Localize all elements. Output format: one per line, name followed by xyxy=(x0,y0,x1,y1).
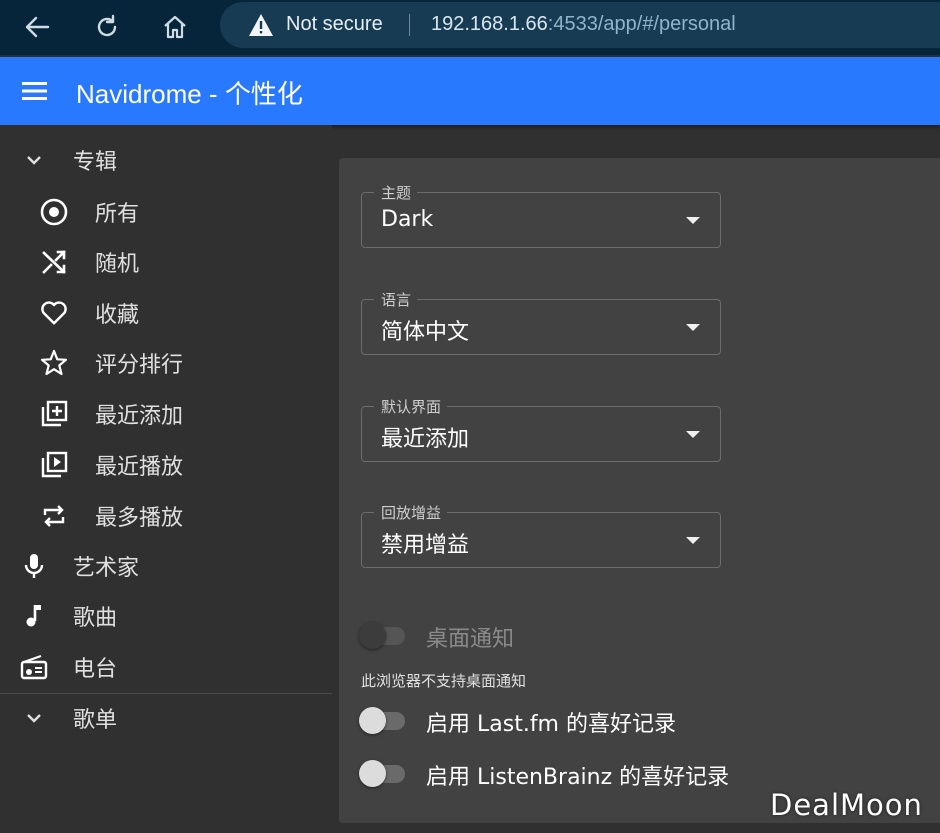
sidebar-item-playlists[interactable]: 歌单 xyxy=(20,696,117,740)
desktop-notifications-toggle[interactable] xyxy=(359,621,409,649)
video-library-icon xyxy=(40,451,68,479)
chevron-down-icon xyxy=(20,146,48,174)
lastfm-scrobble-label: 启用 Last.fm 的喜好记录 xyxy=(426,712,676,737)
sidebar-item-label: 电台 xyxy=(73,657,118,682)
theme-label: 主题 xyxy=(374,182,418,203)
sidebar-item-label: 最近添加 xyxy=(95,404,184,429)
address-divider xyxy=(409,14,410,36)
browser-toolbar: Not secure 192.168.1.66:4533/app/#/perso… xyxy=(0,0,940,55)
sidebar-item-artists[interactable]: 艺术家 xyxy=(20,544,139,588)
music-note-icon xyxy=(20,602,48,630)
chevron-down-icon xyxy=(20,704,48,732)
default-view-select[interactable]: 默认界面 最近添加 xyxy=(361,396,721,462)
sidebar-item-random[interactable]: 随机 xyxy=(40,240,139,284)
sidebar-item-label: 歌曲 xyxy=(73,606,118,631)
language-select[interactable]: 语言 简体中文 xyxy=(361,289,721,355)
security-status[interactable]: Not secure xyxy=(286,13,383,36)
reload-icon xyxy=(97,14,117,37)
sidebar-item-label: 所有 xyxy=(95,202,140,227)
personal-settings-card: 主题 Dark 语言 简体中文 默认界面 最近添加 回放增益 禁用增益 桌面通知… xyxy=(339,158,940,823)
arrow-left-icon xyxy=(25,16,50,38)
home-button[interactable] xyxy=(158,10,192,44)
app-bar: Navidrome - 个性化 xyxy=(0,57,940,125)
sidebar-item-recently-played[interactable]: 最近播放 xyxy=(40,443,183,487)
replay-gain-select[interactable]: 回放增益 禁用增益 xyxy=(361,502,721,568)
default-view-label: 默认界面 xyxy=(374,396,448,417)
toggle-thumb xyxy=(359,707,386,734)
sidebar-item-albums[interactable]: 专辑 xyxy=(20,138,117,182)
star-icon xyxy=(40,349,68,377)
dropdown-arrow-icon xyxy=(686,324,700,331)
sidebar-item-label: 最近播放 xyxy=(95,455,184,480)
microphone-icon xyxy=(20,552,48,580)
sidebar-item-label: 随机 xyxy=(95,252,140,277)
sidebar: 专辑 所有 随机 收藏 评分排行 最近添加 最近播放 最多播放 艺术家 歌曲 电… xyxy=(0,125,332,833)
language-label: 语言 xyxy=(374,289,418,310)
reload-button[interactable] xyxy=(90,10,124,44)
warning-icon xyxy=(249,14,273,36)
back-button[interactable] xyxy=(20,10,54,44)
url-path: :4533/app/#/personal xyxy=(547,13,736,35)
heart-icon xyxy=(40,299,68,327)
replay-gain-label: 回放增益 xyxy=(374,502,448,523)
lastfm-scrobble-toggle[interactable] xyxy=(359,706,409,734)
home-icon xyxy=(164,15,186,39)
listenbrainz-scrobble-label: 启用 ListenBrainz 的喜好记录 xyxy=(426,765,730,790)
dropdown-arrow-icon xyxy=(686,217,700,224)
sidebar-item-label: 专辑 xyxy=(73,150,118,175)
theme-value: Dark xyxy=(381,207,434,232)
shuffle-icon xyxy=(40,248,68,276)
sidebar-item-favorites[interactable]: 收藏 xyxy=(40,291,139,335)
dropdown-arrow-icon xyxy=(686,431,700,438)
repeat-icon xyxy=(40,502,68,530)
address-bar[interactable]: Not secure 192.168.1.66:4533/app/#/perso… xyxy=(220,2,940,48)
sidebar-item-top-rated[interactable]: 评分排行 xyxy=(40,341,183,385)
sidebar-item-label: 收藏 xyxy=(95,303,140,328)
language-value: 简体中文 xyxy=(381,320,470,345)
default-view-value: 最近添加 xyxy=(381,427,470,452)
sidebar-item-radio[interactable]: 电台 xyxy=(20,645,117,689)
album-disc-icon xyxy=(40,198,68,226)
sidebar-item-all[interactable]: 所有 xyxy=(40,190,139,234)
sidebar-divider xyxy=(0,693,332,694)
sidebar-item-songs[interactable]: 歌曲 xyxy=(20,594,117,638)
radio-icon xyxy=(20,653,48,681)
toggle-thumb xyxy=(359,622,386,649)
sidebar-item-label: 艺术家 xyxy=(73,556,140,581)
dropdown-arrow-icon xyxy=(686,537,700,544)
notifications-helper-text: 此浏览器不支持桌面通知 xyxy=(361,672,527,690)
sidebar-item-label: 最多播放 xyxy=(95,506,184,531)
sidebar-item-label: 评分排行 xyxy=(95,353,184,378)
menu-button[interactable] xyxy=(20,79,50,103)
url-host: 192.168.1.66 xyxy=(431,13,548,35)
replay-gain-value: 禁用增益 xyxy=(381,533,470,558)
sidebar-item-most-played[interactable]: 最多播放 xyxy=(40,494,183,538)
listenbrainz-scrobble-toggle[interactable] xyxy=(359,759,409,787)
library-add-icon xyxy=(40,400,68,428)
theme-select[interactable]: 主题 Dark xyxy=(361,182,721,248)
sidebar-item-label: 歌单 xyxy=(73,708,118,733)
url-text[interactable]: 192.168.1.66:4533/app/#/personal xyxy=(431,13,736,36)
hamburger-menu-icon xyxy=(22,82,47,100)
page-title: Navidrome - 个性化 xyxy=(76,79,303,109)
watermark-logo: DealMoon xyxy=(770,788,923,822)
toggle-thumb xyxy=(359,760,386,787)
sidebar-item-recently-added[interactable]: 最近添加 xyxy=(40,392,183,436)
desktop-notifications-label: 桌面通知 xyxy=(426,627,515,652)
